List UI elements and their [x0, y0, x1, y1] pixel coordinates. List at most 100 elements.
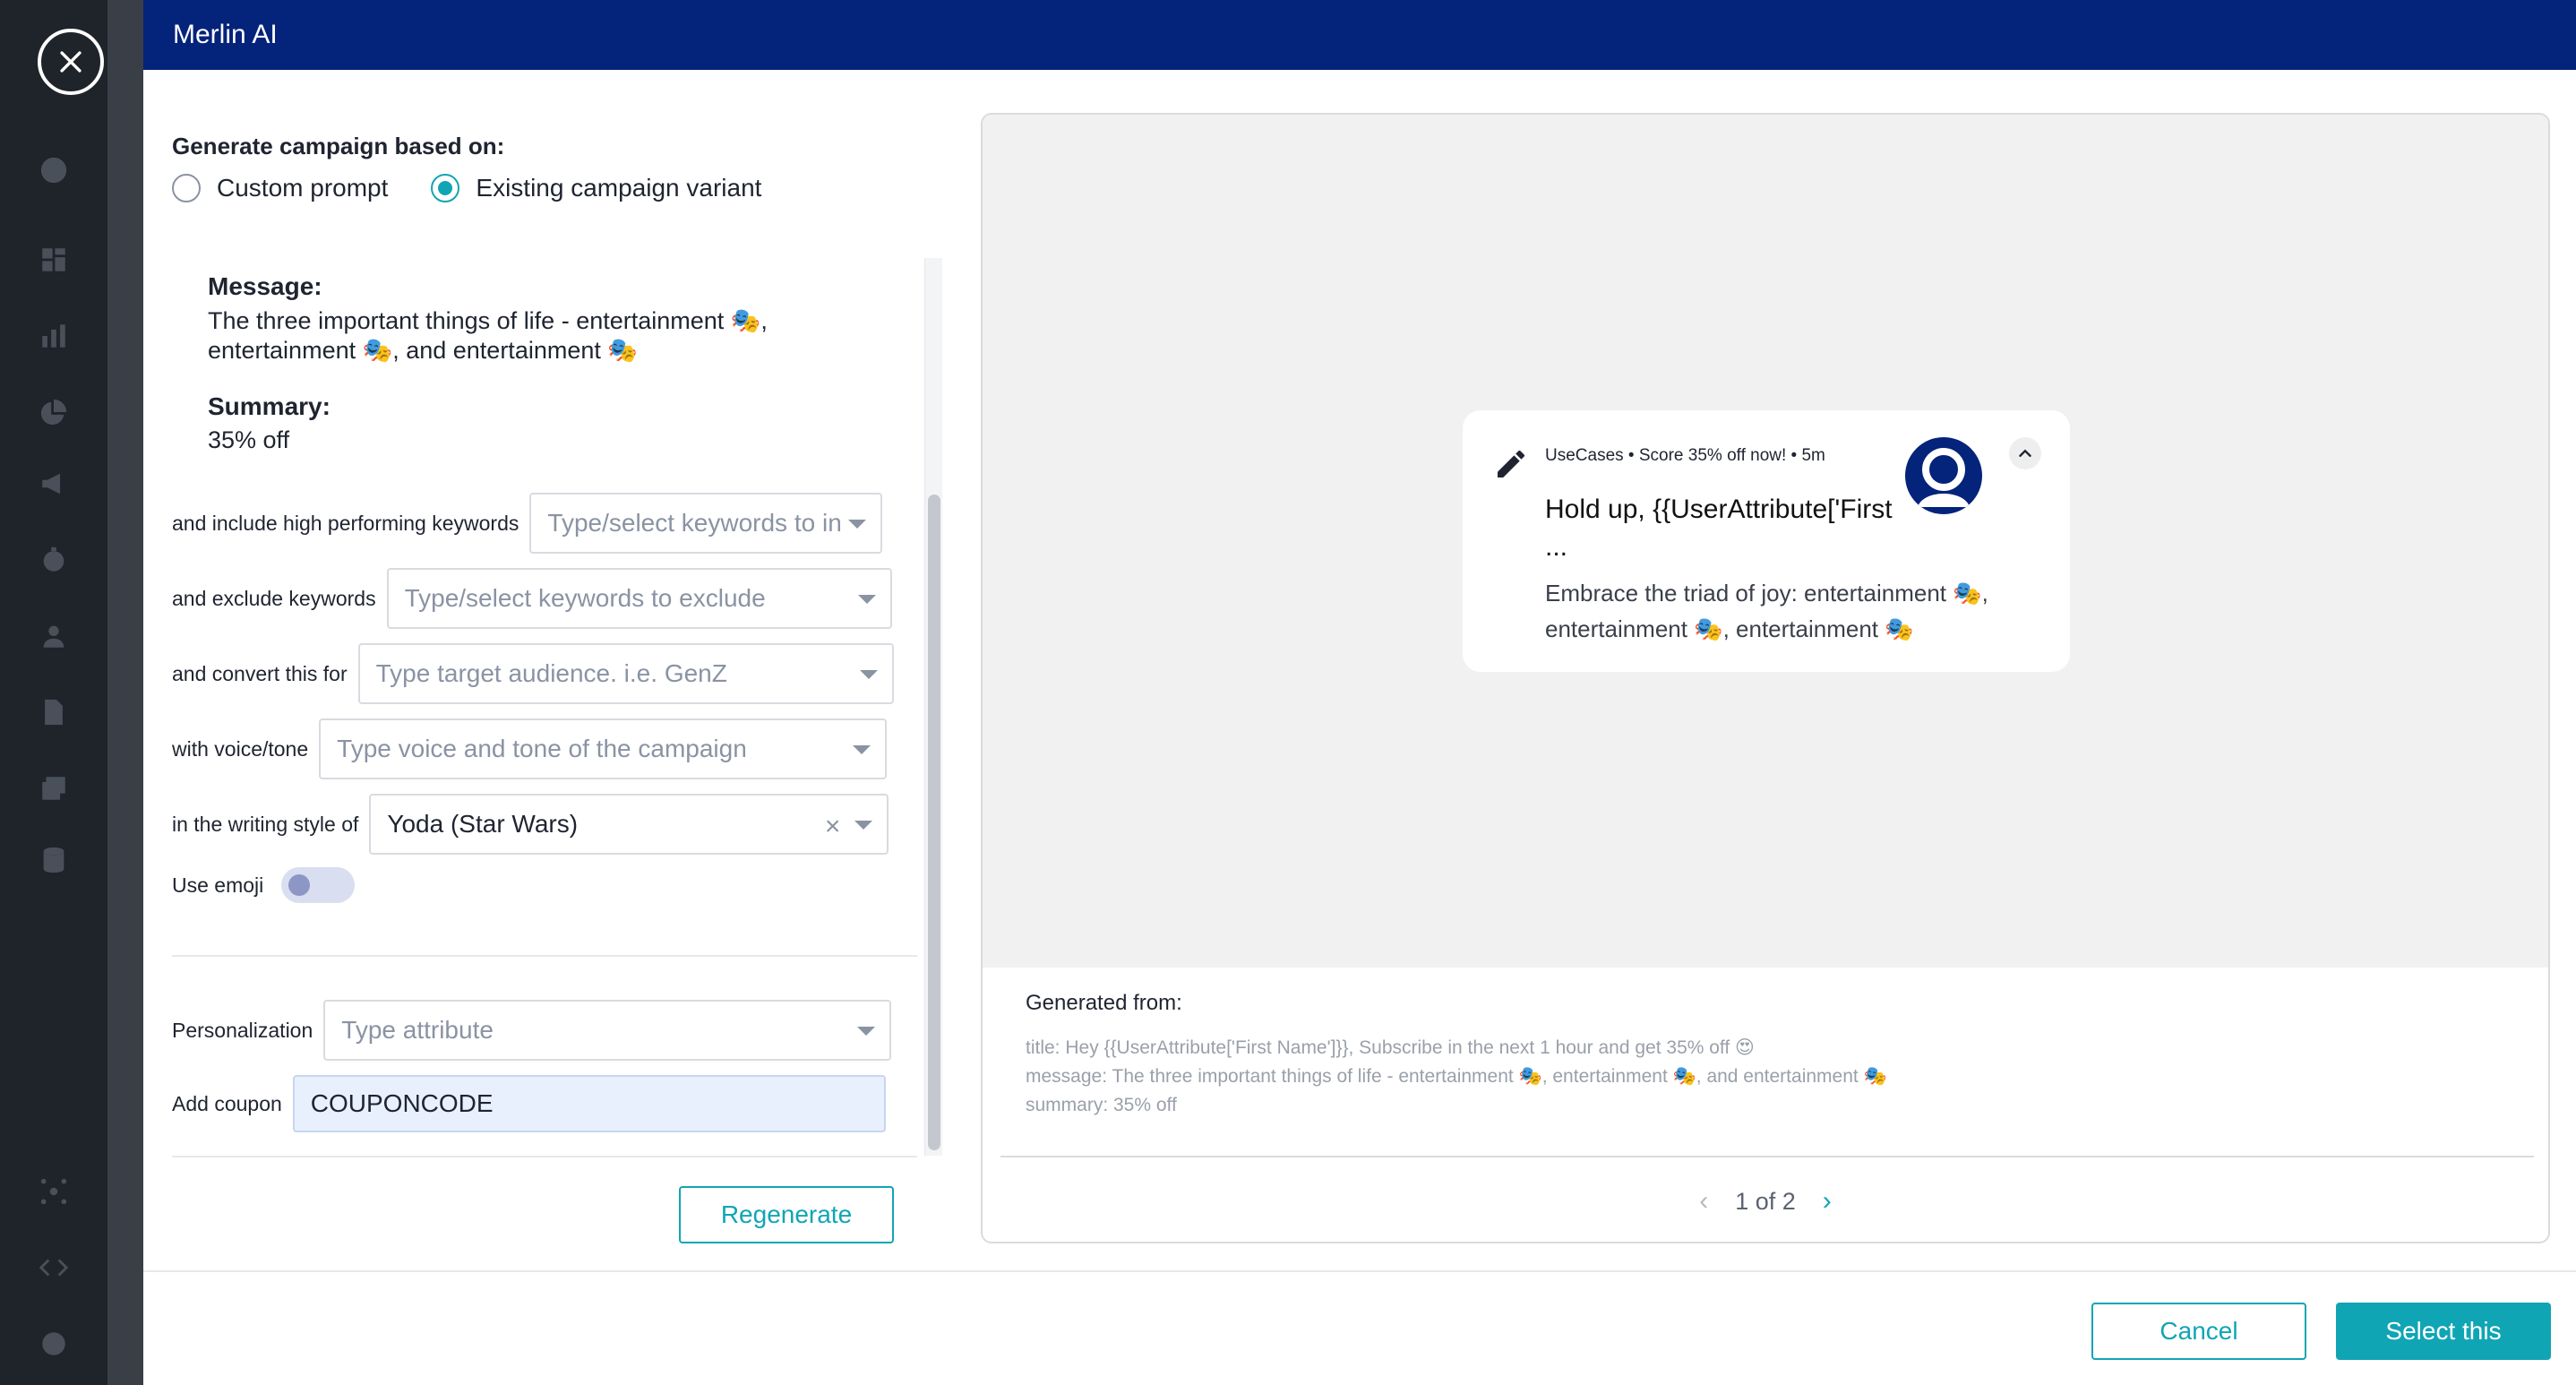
regenerate-button[interactable]: Regenerate	[679, 1186, 894, 1243]
notification-body: Embrace the triad of joy: entertainment …	[1545, 580, 1988, 642]
voice-tone-placeholder: Type voice and tone of the campaign	[337, 735, 747, 762]
analytics-icon[interactable]	[36, 318, 72, 354]
coupon-value: COUPONCODE	[310, 1089, 494, 1117]
chevron-down-icon	[848, 520, 867, 529]
pager-text: 1 of 2	[1735, 1187, 1796, 1215]
personalization-placeholder: Type attribute	[341, 1016, 494, 1044]
notification-meta: UseCases • Score 35% off now! • 5m	[1545, 446, 1825, 465]
generated-from-label: Generated from:	[1026, 991, 1182, 1015]
merlin-ai-modal: Merlin AI Generate campaign based on: Cu…	[143, 0, 2576, 1385]
exclude-keywords-placeholder: Type/select keywords to exclude	[404, 584, 766, 612]
user-avatar-icon	[1918, 448, 1970, 507]
personalization-label: Personalization	[172, 1018, 313, 1042]
exclude-keywords-label: and exclude keywords	[172, 586, 376, 610]
select-this-button[interactable]: Select this	[2336, 1303, 2551, 1360]
integrations-icon[interactable]	[36, 1174, 72, 1209]
app-sidebar	[0, 0, 107, 1385]
chevron-down-icon	[859, 670, 878, 679]
add-icon[interactable]	[36, 152, 72, 188]
voice-tone-row: with voice/tone Type voice and tone of t…	[172, 718, 888, 779]
collapse-button[interactable]	[2009, 437, 2041, 469]
generated-from-title: title: Hey {{UserAttribute['First Name']…	[1026, 1037, 1755, 1058]
preview-divider	[1000, 1156, 2534, 1157]
preview-canvas: UseCases • Score 35% off now! • 5m Hold …	[983, 115, 2548, 968]
pencil-icon	[1498, 450, 1524, 477]
footer-divider	[143, 1270, 2576, 1272]
writing-style-select[interactable]: Yoda (Star Wars) ×	[369, 794, 889, 855]
config-panel: Generate campaign based on: Custom promp…	[172, 70, 951, 1270]
existing-variant-radio[interactable]	[431, 174, 460, 202]
personalization-row: Personalization Type attribute	[172, 1000, 892, 1061]
user-icon[interactable]	[36, 618, 72, 654]
writing-style-row: in the writing style of Yoda (Star Wars)…	[172, 794, 889, 855]
section-divider	[172, 1156, 917, 1157]
exclude-keywords-select[interactable]: Type/select keywords to exclude	[386, 568, 892, 629]
modal-title: Merlin AI	[173, 20, 278, 49]
avatar	[1905, 437, 1982, 514]
generate-based-on-label: Generate campaign based on:	[172, 133, 505, 159]
personalization-select[interactable]: Type attribute	[323, 1000, 892, 1061]
existing-variant-option[interactable]: Existing campaign variant	[431, 174, 761, 202]
coupon-input[interactable]: COUPONCODE	[292, 1075, 886, 1132]
generated-from-details: title: Hey {{UserAttribute['First Name']…	[1026, 1034, 2459, 1120]
use-emoji-row: Use emoji	[172, 867, 356, 903]
close-icon	[60, 51, 82, 73]
close-modal-button[interactable]	[38, 29, 104, 95]
use-emoji-toggle[interactable]	[281, 867, 356, 903]
chevron-up-icon	[2019, 449, 2031, 457]
audience-label: and convert this for	[172, 661, 348, 685]
chevron-down-icon	[857, 1027, 876, 1036]
include-keywords-select[interactable]: Type/select keywords to in	[529, 493, 883, 554]
dashboard-icon[interactable]	[36, 242, 72, 278]
chevron-down-icon	[853, 745, 872, 754]
clear-icon[interactable]: ×	[825, 812, 841, 842]
include-keywords-label: and include high performing keywords	[172, 511, 519, 535]
modal-header: Merlin AI	[143, 0, 2576, 70]
next-page-icon[interactable]: ›	[1823, 1186, 1832, 1217]
pie-chart-icon[interactable]	[36, 394, 72, 430]
scrollbar-thumb[interactable]	[928, 495, 940, 1150]
writing-style-value: Yoda (Star Wars)	[387, 810, 579, 838]
timer-icon[interactable]	[36, 542, 72, 578]
document-icon[interactable]	[36, 694, 72, 730]
megaphone-icon[interactable]	[36, 466, 72, 502]
voice-tone-label: with voice/tone	[172, 736, 309, 761]
settings-icon[interactable]	[36, 1326, 72, 1362]
previous-page-icon[interactable]: ‹	[1699, 1186, 1708, 1217]
database-icon[interactable]	[36, 842, 72, 878]
include-keywords-placeholder: Type/select keywords to in	[547, 509, 842, 537]
message-text: The three important things of life - ent…	[208, 307, 768, 364]
notification-title: Hold up, {{UserAttribute['First ...	[1545, 495, 1893, 562]
voice-tone-select[interactable]: Type voice and tone of the campaign	[319, 718, 888, 779]
variant-pager: ‹ 1 of 2 ›	[983, 1186, 2548, 1217]
summary-text: 35% off	[208, 426, 290, 453]
background-page	[107, 0, 143, 1385]
cancel-button[interactable]: Cancel	[2091, 1303, 2306, 1360]
audience-placeholder: Type target audience. i.e. GenZ	[375, 659, 727, 687]
code-icon[interactable]	[36, 1250, 72, 1286]
push-notification-preview: UseCases • Score 35% off now! • 5m Hold …	[1463, 410, 2070, 672]
coupon-row: Add coupon COUPONCODE	[172, 1075, 886, 1132]
custom-prompt-option[interactable]: Custom prompt	[172, 174, 388, 202]
use-emoji-label: Use emoji	[172, 873, 264, 897]
message-label: Message:	[208, 272, 322, 300]
custom-prompt-radio[interactable]	[172, 174, 201, 202]
audience-row: and convert this for Type target audienc…	[172, 643, 894, 704]
coupon-label: Add coupon	[172, 1091, 282, 1115]
exclude-keywords-row: and exclude keywords Type/select keyword…	[172, 568, 892, 629]
chevron-down-icon	[854, 821, 873, 830]
preview-panel: UseCases • Score 35% off now! • 5m Hold …	[981, 113, 2550, 1243]
gallery-icon[interactable]	[36, 770, 72, 806]
custom-prompt-label: Custom prompt	[217, 174, 389, 202]
writing-style-label: in the writing style of	[172, 812, 359, 836]
chevron-down-icon	[857, 595, 876, 604]
existing-variant-label: Existing campaign variant	[476, 174, 762, 202]
generated-from-summary: summary: 35% off	[1026, 1095, 1177, 1115]
generated-from-message: message: The three important things of l…	[1026, 1066, 1887, 1087]
audience-select[interactable]: Type target audience. i.e. GenZ	[357, 643, 894, 704]
include-keywords-row: and include high performing keywords Typ…	[172, 493, 883, 554]
summary-label: Summary:	[208, 392, 331, 420]
scrollbar[interactable]	[924, 258, 942, 1156]
section-divider	[172, 955, 917, 957]
generate-source-radio-group: Custom prompt Existing campaign variant	[172, 174, 804, 202]
